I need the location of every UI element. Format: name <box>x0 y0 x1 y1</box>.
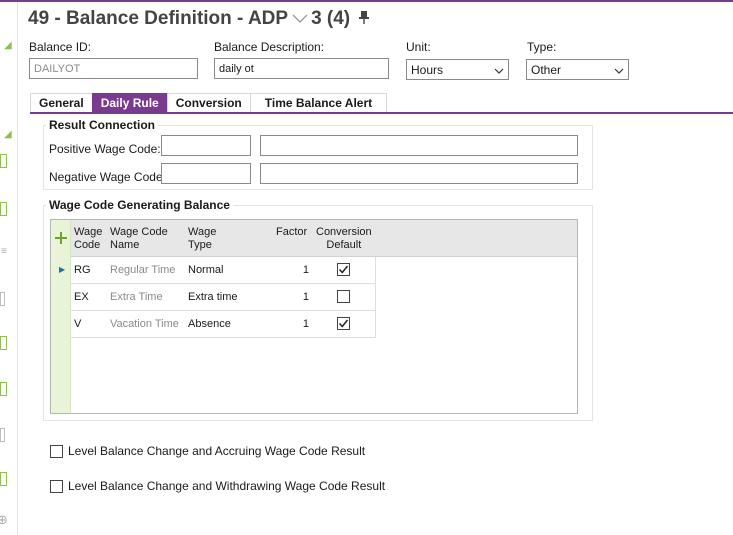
table-row[interactable]: RG Regular Time Normal 1 <box>71 257 376 284</box>
conversion-default-checkbox[interactable] <box>337 317 350 330</box>
rail-tab-icon[interactable] <box>0 472 7 486</box>
page-title: 49 - Balance Definition - ADP 3 (4) <box>28 8 370 30</box>
pin-icon[interactable] <box>358 8 370 30</box>
rail-tab-icon[interactable] <box>0 336 7 350</box>
tab-conversion[interactable]: Conversion <box>166 93 251 113</box>
negative-wage-code-name-field[interactable] <box>260 163 578 184</box>
type-select-value: Other <box>531 62 562 77</box>
negative-wage-code-label: Negative Wage Code: <box>49 170 166 184</box>
positive-wage-code-name-field[interactable] <box>260 135 578 156</box>
rail-tab-icon[interactable] <box>0 292 5 306</box>
factor-cell: 1 <box>302 264 309 276</box>
top-accent-line <box>0 0 733 2</box>
column-header-wage-code-name[interactable]: Wage Code Name <box>110 226 168 252</box>
wage-code-group-title: Wage Code Generating Balance <box>46 198 233 212</box>
menu-lines-icon[interactable]: ≡ <box>1 246 7 257</box>
balance-id-field[interactable] <box>29 58 198 79</box>
type-label: Type: <box>527 40 557 54</box>
collapse-arrow-icon[interactable]: ◢ <box>4 40 12 51</box>
tab-general[interactable]: General <box>30 93 93 113</box>
wage-code-cell: RG <box>74 264 91 276</box>
unit-label: Unit: <box>406 40 431 54</box>
positive-wage-code-field[interactable] <box>161 135 251 156</box>
factor-cell: 1 <box>302 318 309 330</box>
record-position: 3 (4) <box>311 8 351 29</box>
left-navigation-rail: ◢ ◢ ≡ ⊕ <box>0 2 18 535</box>
level-withdrawing-option[interactable]: Level Balance Change and Withdrawing Wag… <box>50 479 385 493</box>
chevron-down-icon[interactable] <box>292 8 308 30</box>
column-header-wage-code[interactable]: Wage Code <box>74 226 102 252</box>
type-select[interactable]: Other <box>526 59 629 80</box>
balance-id-label: Balance ID: <box>29 40 92 54</box>
wage-type-cell: Normal <box>188 264 224 276</box>
plus-icon[interactable] <box>55 232 67 247</box>
wage-type-cell: Absence <box>188 318 231 330</box>
wage-code-name-cell: Regular Time <box>110 264 176 276</box>
wage-code-cell: EX <box>74 291 89 303</box>
tab-time-balance-alert[interactable]: Time Balance Alert <box>249 93 388 113</box>
unit-select[interactable]: Hours <box>406 59 509 80</box>
level-accruing-option[interactable]: Level Balance Change and Accruing Wage C… <box>50 444 365 458</box>
level-withdrawing-label: Level Balance Change and Withdrawing Wag… <box>68 479 386 493</box>
add-circle-icon[interactable]: ⊕ <box>0 512 8 528</box>
balance-description-field[interactable] <box>214 58 389 79</box>
rail-tab-icon[interactable] <box>0 428 5 442</box>
negative-wage-code-field[interactable] <box>161 163 251 184</box>
collapse-arrow-icon[interactable]: ◢ <box>4 129 12 140</box>
page-title-text: 49 - Balance Definition - ADP <box>28 8 289 29</box>
rail-tab-icon[interactable] <box>0 382 7 396</box>
grid-header: Wage Code Wage Code Name Wage Type Facto… <box>71 220 577 257</box>
rail-tab-icon[interactable] <box>0 202 7 216</box>
chevron-down-icon <box>494 63 504 77</box>
wage-type-cell: Extra time <box>188 291 238 303</box>
table-row[interactable]: V Vacation Time Absence 1 <box>71 311 376 338</box>
unit-select-value: Hours <box>411 62 444 77</box>
wage-code-name-cell: Vacation Time <box>110 318 179 330</box>
conversion-default-checkbox[interactable] <box>337 290 350 303</box>
wage-code-name-cell: Extra Time <box>110 291 163 303</box>
column-header-factor[interactable]: Factor <box>276 226 307 239</box>
wage-code-grid: ▶ Wage Code Wage Code Name Wage Type Fac… <box>50 219 578 414</box>
column-header-wage-type[interactable]: Wage Type <box>188 226 216 252</box>
column-header-conversion-default[interactable]: Conversion Default <box>316 226 372 252</box>
chevron-down-icon <box>614 63 624 77</box>
tab-bar: General Daily Rule Conversion Time Balan… <box>30 93 388 113</box>
rail-tab-icon[interactable] <box>0 154 7 168</box>
tab-underline <box>30 112 733 114</box>
tab-daily-rule[interactable]: Daily Rule <box>91 93 168 113</box>
balance-description-label: Balance Description: <box>214 40 325 54</box>
level-accruing-checkbox[interactable] <box>50 444 63 458</box>
result-connection-title: Result Connection <box>46 118 159 132</box>
current-row-arrow-icon: ▶ <box>59 265 66 274</box>
level-withdrawing-checkbox[interactable] <box>50 479 63 493</box>
positive-wage-code-label: Positive Wage Code: <box>49 142 161 156</box>
conversion-default-checkbox[interactable] <box>337 263 350 276</box>
level-accruing-label: Level Balance Change and Accruing Wage C… <box>68 444 366 458</box>
factor-cell: 1 <box>302 291 309 303</box>
grid-row-header-column: ▶ <box>51 220 71 413</box>
table-row[interactable]: EX Extra Time Extra time 1 <box>71 284 376 311</box>
wage-code-cell: V <box>74 318 82 330</box>
